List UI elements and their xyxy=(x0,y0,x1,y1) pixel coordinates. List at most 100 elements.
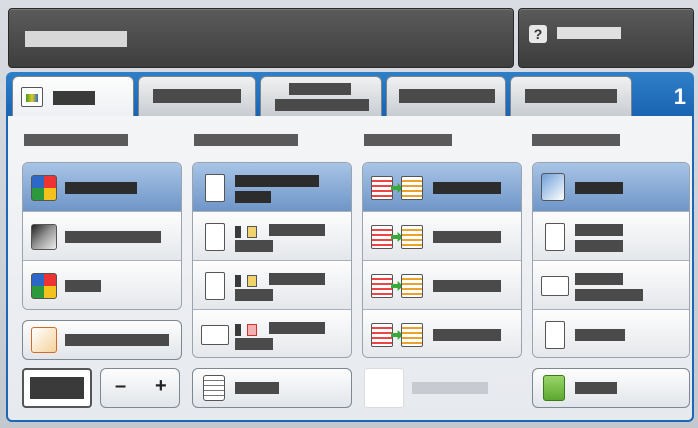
quantity-value xyxy=(30,377,84,399)
tray3-paper-icon xyxy=(201,325,229,345)
two-sided-label-2 xyxy=(433,231,501,243)
paper-tray1-label-2 xyxy=(235,240,273,252)
orientation-portrait-option[interactable] xyxy=(533,212,689,261)
two-to-two-sided-icon xyxy=(371,274,425,298)
more-orientation-label xyxy=(575,382,617,394)
orientation-landscape-label-1 xyxy=(575,273,623,285)
landscape-icon xyxy=(541,276,569,296)
tab-copy[interactable] xyxy=(12,76,134,120)
two-sided-option-2[interactable] xyxy=(363,212,521,261)
orientation-portrait-label-2 xyxy=(575,240,623,252)
tab-output-label xyxy=(399,89,495,103)
more-orientation-button[interactable] xyxy=(532,368,690,408)
paper-auto-label-2 xyxy=(235,191,271,203)
color-auto-label xyxy=(65,182,137,194)
two-sided-more-button xyxy=(364,368,522,408)
tab-quality[interactable] xyxy=(138,76,256,116)
paper-supply-group xyxy=(192,162,352,358)
more-paper-button[interactable] xyxy=(192,368,352,408)
two-sided-option-4[interactable] xyxy=(363,310,521,357)
tray1-marker xyxy=(235,226,241,238)
tray2-color-icon xyxy=(247,275,257,287)
copy-tab-icon xyxy=(21,87,43,107)
orientation-edge-label xyxy=(575,329,625,341)
one-to-one-sided-icon xyxy=(371,176,425,200)
tab-layout-label-1 xyxy=(289,83,351,95)
minus-button[interactable]: – xyxy=(115,375,126,398)
paper-tray3-option[interactable] xyxy=(193,310,351,357)
paper-tray1-label-1 xyxy=(269,224,325,236)
tab-quality-label xyxy=(153,89,241,103)
paper-tray1-option[interactable] xyxy=(193,212,351,261)
tab-job-assembly-label xyxy=(525,89,617,103)
orientation-group xyxy=(532,162,690,358)
tab-output[interactable] xyxy=(386,76,506,116)
paper-supply-heading xyxy=(194,134,298,146)
one-to-two-sided-icon xyxy=(371,225,425,249)
paper-tray2-label-1 xyxy=(269,273,325,285)
plus-button[interactable]: + xyxy=(155,375,167,398)
edge-icon xyxy=(545,321,565,349)
full-color-icon xyxy=(31,273,57,299)
color-full-label xyxy=(65,280,101,292)
help-icon: ? xyxy=(529,25,547,43)
two-sided-label-3 xyxy=(433,280,501,292)
auto-color-icon xyxy=(31,175,57,201)
orientation-landscape-option[interactable] xyxy=(533,261,689,310)
paper-tray3-label-1 xyxy=(269,322,325,334)
paper-tray2-label-2 xyxy=(235,289,273,301)
color-full-option[interactable] xyxy=(23,261,181,309)
disabled-box xyxy=(364,368,404,408)
color-auto-option[interactable] xyxy=(23,163,181,212)
portrait-icon xyxy=(545,223,565,251)
tray2-marker xyxy=(235,275,241,287)
tab-job-assembly[interactable] xyxy=(510,76,632,116)
color-bw-option[interactable] xyxy=(23,212,181,261)
help-button[interactable]: ? xyxy=(518,8,694,68)
orientation-auto-label xyxy=(575,182,623,194)
paper-tray2-option[interactable] xyxy=(193,261,351,310)
color-bw-label xyxy=(65,231,161,243)
reduce-enlarge-label xyxy=(65,334,169,346)
tray2-paper-icon xyxy=(205,272,225,300)
copy-options-panel: – + xyxy=(6,116,694,422)
quantity-field[interactable] xyxy=(22,368,92,408)
tab-layout-label-2 xyxy=(275,99,369,111)
copy-screen: ? 1 – + xyxy=(0,0,698,428)
quantity-stepper[interactable]: – + xyxy=(100,368,180,408)
tray1-color-icon xyxy=(247,226,257,238)
tab-copy-label xyxy=(53,91,95,105)
orientation-heading xyxy=(532,134,620,146)
black-white-icon xyxy=(31,224,57,250)
reduce-enlarge-button[interactable] xyxy=(22,320,182,360)
tray1-paper-icon xyxy=(205,223,225,251)
tray3-color-icon xyxy=(247,324,257,336)
more-list-icon xyxy=(203,375,225,401)
more-paper-label xyxy=(235,382,279,394)
auto-orientation-icon xyxy=(541,173,565,201)
tray3-marker xyxy=(235,324,241,336)
output-color-group xyxy=(22,162,182,310)
auto-paper-icon xyxy=(205,174,225,202)
orientation-landscape-label-2 xyxy=(575,289,643,301)
two-sided-heading xyxy=(364,134,452,146)
paper-auto-option[interactable] xyxy=(193,163,351,212)
tray-icon xyxy=(543,375,565,401)
two-sided-group xyxy=(362,162,522,358)
paper-auto-label-1 xyxy=(235,175,319,187)
paper-tray3-label-2 xyxy=(235,338,273,350)
orientation-portrait-label-1 xyxy=(575,224,623,236)
two-sided-label-4 xyxy=(433,329,501,341)
reduce-enlarge-icon xyxy=(31,327,57,353)
disabled-label xyxy=(412,382,488,394)
orientation-auto-option[interactable] xyxy=(533,163,689,212)
two-sided-option-1[interactable] xyxy=(363,163,521,212)
two-sided-option-3[interactable] xyxy=(363,261,521,310)
tab-bar: 1 xyxy=(6,72,694,120)
help-label xyxy=(557,27,621,39)
job-count: 1 xyxy=(673,84,686,109)
message-text xyxy=(25,31,127,47)
two-to-one-sided-icon xyxy=(371,323,425,347)
orientation-edge-option[interactable] xyxy=(533,310,689,357)
tab-layout[interactable] xyxy=(260,76,382,116)
